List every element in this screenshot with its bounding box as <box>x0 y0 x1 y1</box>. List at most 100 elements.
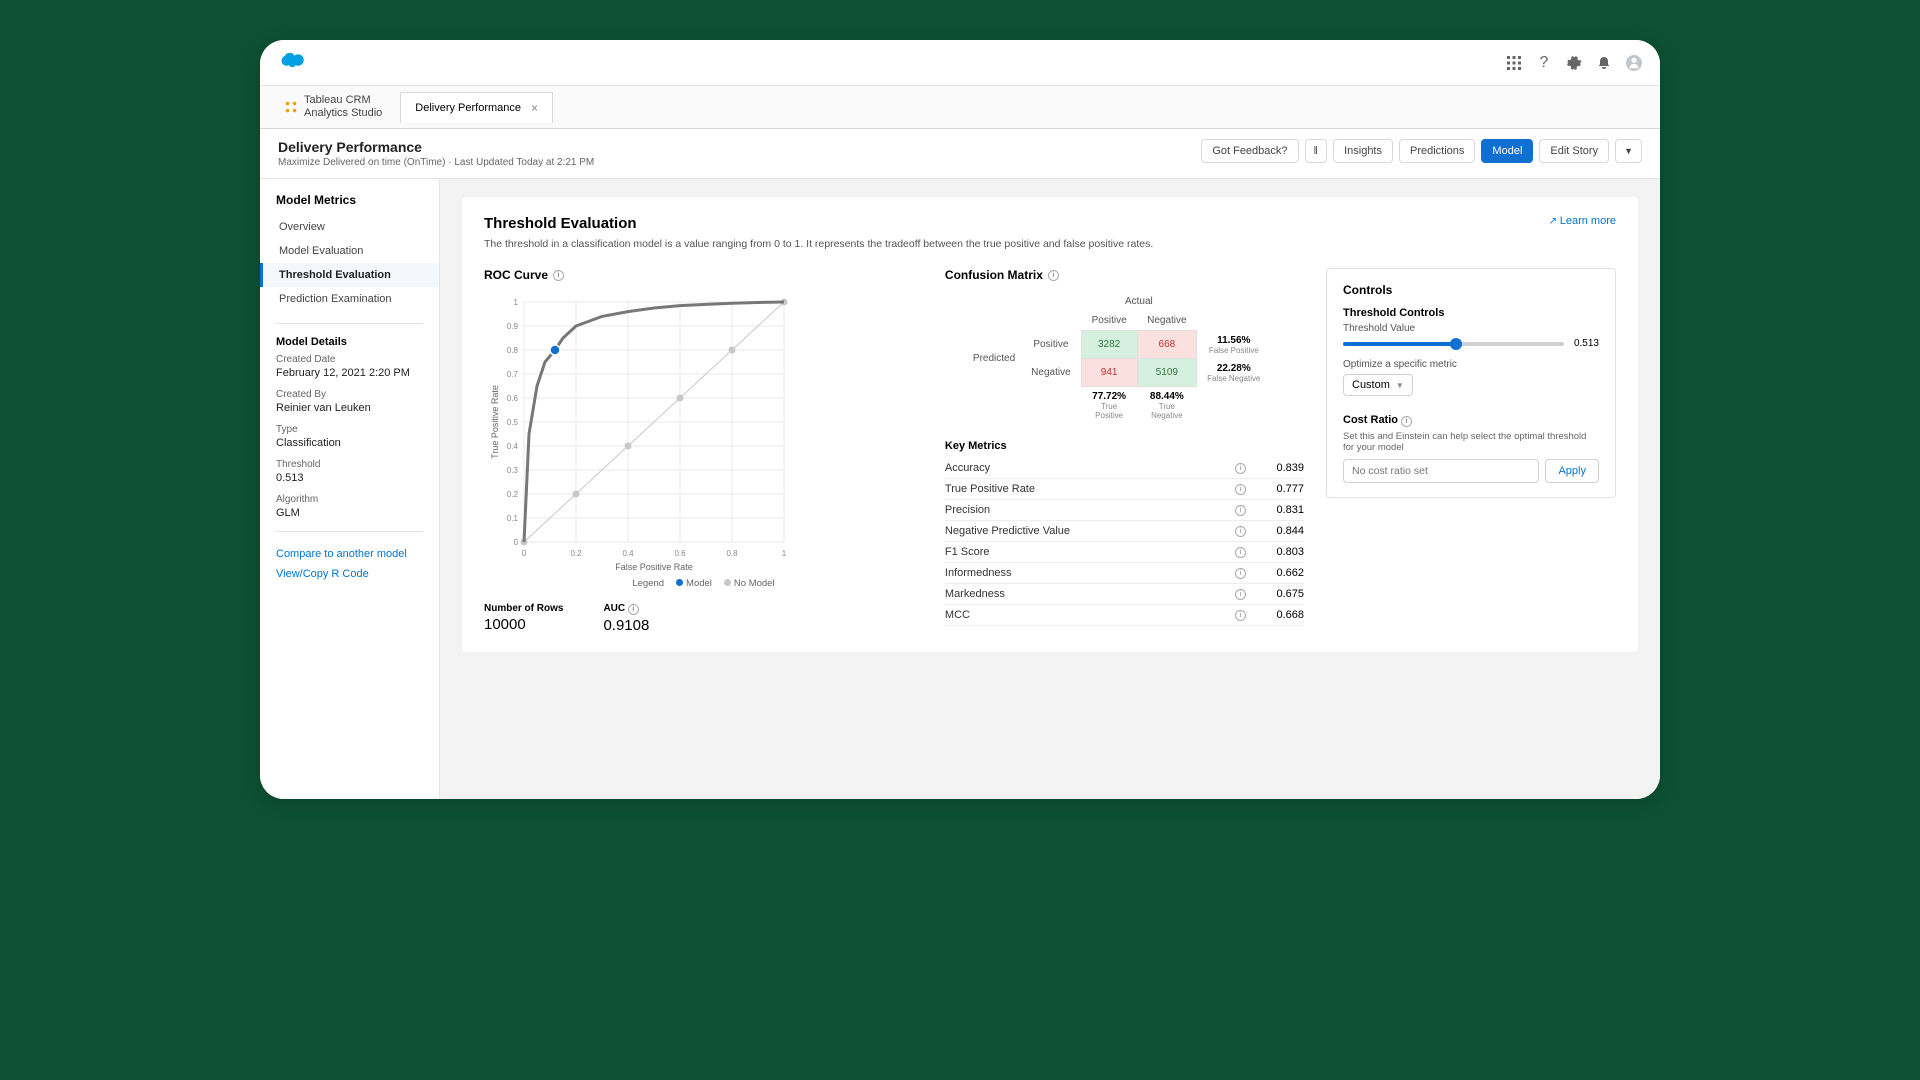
tab-delivery-performance[interactable]: Delivery Performance × <box>400 92 553 123</box>
threshold-slider[interactable] <box>1343 342 1564 346</box>
key-metric-row: Negative Predictive Value i 0.844 <box>945 521 1304 542</box>
section-description: The threshold in a classification model … <box>484 238 1616 250</box>
key-metric-row: True Positive Ratei0.777 <box>945 479 1304 500</box>
created-by-value: Reinier van Leuken <box>276 402 423 414</box>
created-date-label: Created Date <box>276 354 423 365</box>
conf-fp: 668 <box>1137 331 1196 359</box>
key-metric-value: 0.844 <box>1254 525 1304 537</box>
sidebar: Model Metrics Overview Model Evaluation … <box>260 179 440 799</box>
key-metric-value: 0.662 <box>1254 567 1304 579</box>
info-icon[interactable]: i <box>1401 416 1412 427</box>
global-header: ? <box>260 40 1660 86</box>
key-metric-name: Markedness <box>945 588 1227 600</box>
bell-icon[interactable] <box>1596 55 1612 71</box>
svg-text:0.4: 0.4 <box>622 549 634 558</box>
optimize-dropdown[interactable]: Custom▼ <box>1343 374 1413 396</box>
svg-text:0.1: 0.1 <box>507 514 519 523</box>
key-metric-name: F1 Score <box>945 546 1227 558</box>
info-icon[interactable]: i <box>628 604 639 615</box>
cost-ratio-desc: Set this and Einstein can help select th… <box>1343 431 1599 453</box>
edit-story-button[interactable]: Edit Story <box>1539 139 1609 163</box>
info-icon[interactable]: i <box>1235 505 1246 516</box>
more-actions-button[interactable]: ▼ <box>1615 139 1642 163</box>
svg-text:0: 0 <box>514 538 519 547</box>
predictions-button[interactable]: Predictions <box>1399 139 1475 163</box>
threshold-label: Threshold <box>276 459 423 470</box>
svg-text:0: 0 <box>522 549 527 558</box>
key-metric-name: Precision <box>945 504 1227 516</box>
roc-legend: Legend Model No Model <box>484 578 923 589</box>
learn-more-link[interactable]: Learn more <box>1549 215 1616 227</box>
info-icon[interactable]: i <box>1235 547 1246 558</box>
model-button[interactable]: Model <box>1481 139 1533 163</box>
close-icon[interactable]: × <box>531 101 538 115</box>
cost-ratio-label: Cost Ratio <box>1343 414 1398 426</box>
threshold-controls-label: Threshold Controls <box>1343 307 1599 319</box>
help-icon[interactable]: ? <box>1536 55 1552 71</box>
info-icon[interactable]: i <box>1235 589 1246 600</box>
optimize-label: Optimize a specific metric <box>1343 359 1599 370</box>
info-icon[interactable]: i <box>553 270 564 281</box>
controls-panel: Controls Threshold Controls Threshold Va… <box>1326 268 1616 498</box>
insights-button[interactable]: Insights <box>1333 139 1393 163</box>
svg-text:False Positive Rate: False Positive Rate <box>615 562 693 572</box>
key-metric-value: 0.777 <box>1254 483 1304 495</box>
key-metric-value: 0.668 <box>1254 609 1304 621</box>
chevron-down-icon: ▼ <box>1624 146 1633 156</box>
info-icon[interactable]: i <box>1235 526 1246 537</box>
key-metric-row: Markednessi0.675 <box>945 584 1304 605</box>
svg-text:True Positive Rate: True Positive Rate <box>490 386 500 460</box>
info-icon[interactable]: i <box>1235 568 1246 579</box>
sidebar-heading-details: Model Details <box>276 336 423 348</box>
info-icon[interactable]: i <box>1048 270 1059 281</box>
apply-button[interactable]: Apply <box>1545 459 1599 483</box>
rows-label: Number of Rows <box>484 603 563 614</box>
apps-icon[interactable] <box>1506 55 1522 71</box>
threshold-slider-value: 0.513 <box>1574 338 1599 349</box>
svg-text:0.6: 0.6 <box>674 549 686 558</box>
svg-text:0.3: 0.3 <box>507 466 519 475</box>
pause-button[interactable]: ‖ <box>1305 139 1328 163</box>
info-icon[interactable]: i <box>1235 610 1246 621</box>
info-icon[interactable]: i <box>1235 484 1246 495</box>
svg-text:0.7: 0.7 <box>507 370 519 379</box>
compare-model-link[interactable]: Compare to another model <box>260 544 439 564</box>
workspace-tabs: Tableau CRMAnalytics Studio Delivery Per… <box>260 86 1660 129</box>
page-header: Delivery Performance Maximize Delivered … <box>260 129 1660 179</box>
view-r-code-link[interactable]: View/Copy R Code <box>260 564 439 584</box>
slider-thumb-icon[interactable] <box>1450 338 1462 350</box>
threshold-value-label: Threshold Value <box>1343 323 1599 334</box>
key-metric-value: 0.831 <box>1254 504 1304 516</box>
key-metric-row: MCCi0.668 <box>945 605 1304 626</box>
svg-text:0.4: 0.4 <box>507 442 519 451</box>
svg-text:0.5: 0.5 <box>507 418 519 427</box>
workspace-product-line1: Tableau CRM <box>304 94 382 107</box>
rows-value: 10000 <box>484 616 563 633</box>
auc-label: AUC <box>603 603 625 614</box>
avatar-icon[interactable] <box>1626 55 1642 71</box>
key-metric-name: Informedness <box>945 567 1227 579</box>
svg-text:0.8: 0.8 <box>726 549 738 558</box>
chevron-down-icon: ▼ <box>1396 381 1404 390</box>
sidebar-item-overview[interactable]: Overview <box>260 215 439 239</box>
controls-heading: Controls <box>1343 283 1599 297</box>
svg-text:1: 1 <box>514 298 519 307</box>
section-title: Threshold Evaluation <box>484 215 637 232</box>
sidebar-item-threshold-evaluation[interactable]: Threshold Evaluation <box>260 263 439 287</box>
sidebar-item-prediction-examination[interactable]: Prediction Examination <box>260 287 439 311</box>
workspace-tab-analytics[interactable]: Tableau CRMAnalytics Studio <box>270 86 396 128</box>
page-subtitle: Maximize Delivered on time (OnTime) · La… <box>278 157 594 168</box>
sidebar-item-model-evaluation[interactable]: Model Evaluation <box>260 239 439 263</box>
cost-ratio-input[interactable] <box>1343 459 1539 483</box>
sidebar-heading-metrics: Model Metrics <box>260 193 439 215</box>
got-feedback-button[interactable]: Got Feedback? <box>1201 139 1298 163</box>
info-icon[interactable]: i <box>1235 463 1246 474</box>
gear-icon[interactable] <box>1566 55 1582 71</box>
key-metric-row: Precision i 0.831 <box>945 500 1304 521</box>
key-metric-name: Negative Predictive Value <box>945 525 1227 537</box>
salesforce-logo-icon <box>278 50 308 75</box>
created-date-value: February 12, 2021 2:20 PM <box>276 367 423 379</box>
type-label: Type <box>276 424 423 435</box>
key-metric-value: 0.803 <box>1254 546 1304 558</box>
svg-text:0.2: 0.2 <box>507 490 519 499</box>
